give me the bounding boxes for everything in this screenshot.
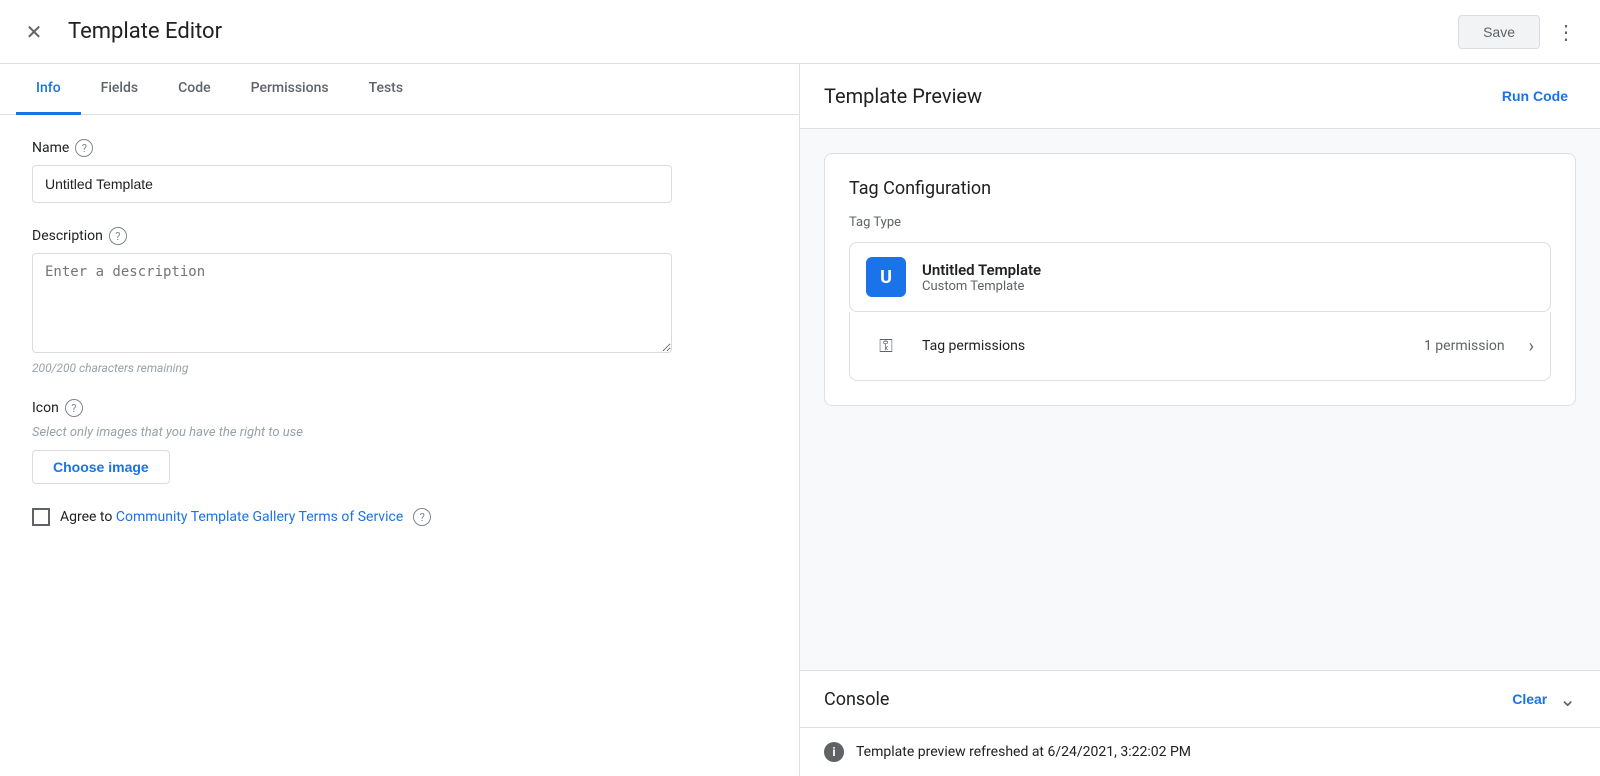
- form-content: Name ? Description ? 200/200 characters …: [0, 115, 799, 550]
- tag-info: Untitled Template Custom Template: [922, 261, 1534, 294]
- tag-type-name: Custom Template: [922, 279, 1534, 294]
- tag-config-card: Tag Configuration Tag Type U Untitled Te…: [824, 153, 1576, 406]
- save-button[interactable]: Save: [1458, 15, 1540, 49]
- clear-button[interactable]: Clear: [1512, 691, 1547, 707]
- close-button[interactable]: ✕: [16, 14, 52, 50]
- icon-help-icon[interactable]: ?: [65, 399, 83, 417]
- name-label: Name ?: [32, 139, 767, 157]
- char-count: 200/200 characters remaining: [32, 361, 767, 375]
- console-log: i Template preview refreshed at 6/24/202…: [800, 728, 1600, 776]
- name-group: Name ?: [32, 139, 767, 203]
- more-icon: ⋮: [1556, 20, 1576, 44]
- preview-content: Tag Configuration Tag Type U Untitled Te…: [800, 129, 1600, 670]
- run-code-button[interactable]: Run Code: [1494, 80, 1576, 112]
- tag-name: Untitled Template: [922, 261, 1534, 279]
- tos-text: Agree to Community Template Gallery Term…: [60, 509, 403, 525]
- expand-icon[interactable]: ⌄: [1559, 687, 1576, 711]
- more-menu-button[interactable]: ⋮: [1548, 14, 1584, 50]
- tos-help-icon[interactable]: ?: [413, 508, 431, 526]
- preview-title: Template Preview: [824, 84, 982, 108]
- close-icon: ✕: [26, 20, 43, 44]
- name-help-icon[interactable]: ?: [75, 139, 93, 157]
- permissions-label: Tag permissions: [922, 338, 1408, 354]
- tab-fields[interactable]: Fields: [81, 64, 158, 115]
- left-panel: Info Fields Code Permissions Tests Name …: [0, 64, 800, 776]
- tab-tests[interactable]: Tests: [349, 64, 423, 115]
- tos-section: Agree to Community Template Gallery Term…: [32, 508, 767, 526]
- permissions-count: 1 permission: [1424, 338, 1505, 354]
- console-info-icon: i: [824, 742, 844, 762]
- tos-checkbox[interactable]: [32, 508, 50, 526]
- tag-icon: U: [866, 257, 906, 297]
- right-panel-header: Template Preview Run Code: [800, 64, 1600, 129]
- tag-type-label: Tag Type: [849, 215, 1551, 230]
- choose-image-button[interactable]: Choose image: [32, 450, 170, 484]
- header-actions: Save ⋮: [1458, 14, 1584, 50]
- main-layout: Info Fields Code Permissions Tests Name …: [0, 64, 1600, 776]
- name-input[interactable]: [32, 165, 672, 203]
- tab-code[interactable]: Code: [158, 64, 230, 115]
- header: ✕ Template Editor Save ⋮: [0, 0, 1600, 64]
- console-message: Template preview refreshed at 6/24/2021,…: [856, 744, 1191, 760]
- description-help-icon[interactable]: ?: [109, 227, 127, 245]
- console-actions: Clear ⌄: [1512, 687, 1576, 711]
- chevron-right-icon: ›: [1529, 336, 1534, 357]
- tag-config-title: Tag Configuration: [849, 178, 1551, 199]
- console-section: Console Clear ⌄ i Template preview refre…: [800, 670, 1600, 776]
- tab-permissions[interactable]: Permissions: [231, 64, 349, 115]
- icon-group: Icon ? Select only images that you have …: [32, 399, 767, 484]
- tab-info[interactable]: Info: [16, 64, 81, 115]
- tag-permissions-row[interactable]: ⚿ Tag permissions 1 permission ›: [849, 312, 1551, 381]
- description-group: Description ? 200/200 characters remaini…: [32, 227, 767, 375]
- page-title: Template Editor: [68, 19, 1458, 44]
- console-title: Console: [824, 689, 889, 710]
- tos-link[interactable]: Community Template Gallery Terms of Serv…: [116, 509, 403, 525]
- right-panel: Template Preview Run Code Tag Configurat…: [800, 64, 1600, 776]
- tabs: Info Fields Code Permissions Tests: [0, 64, 799, 115]
- icon-note: Select only images that you have the rig…: [32, 425, 767, 440]
- key-icon: ⚿: [866, 326, 906, 366]
- tag-type-item[interactable]: U Untitled Template Custom Template: [849, 242, 1551, 312]
- console-header: Console Clear ⌄: [800, 671, 1600, 728]
- description-input[interactable]: [32, 253, 672, 353]
- description-label: Description ?: [32, 227, 767, 245]
- icon-label: Icon ?: [32, 399, 767, 417]
